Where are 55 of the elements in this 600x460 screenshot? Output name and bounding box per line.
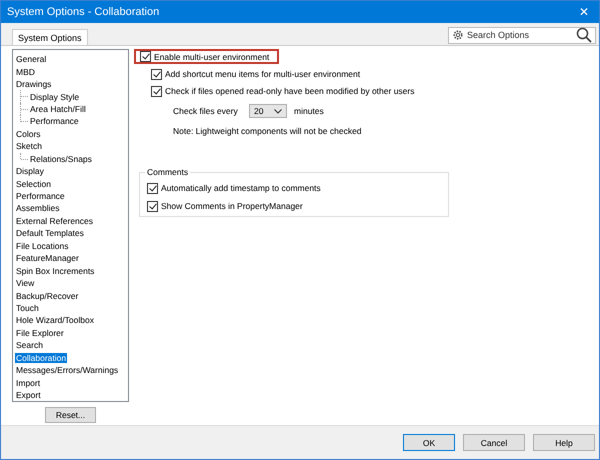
tree-item[interactable]: Performance [29, 116, 80, 126]
checkbox-label[interactable]: Show Comments in PropertyManager [161, 201, 303, 211]
close-button[interactable]: ✕ [569, 1, 599, 23]
tree-item[interactable]: Hole Wizard/Toolbox [15, 315, 95, 326]
note-text: Note: Lightweight components will not be checked [173, 126, 363, 136]
dialog-button[interactable]: Help [533, 434, 595, 451]
checkbox-label[interactable]: Add shortcut menu items for multi-user environment [165, 69, 360, 79]
tree-item[interactable]: Area Hatch/Fill [29, 104, 87, 114]
search-icon [576, 27, 592, 43]
gear-icon [452, 29, 464, 41]
tree-item[interactable]: File Explorer [15, 328, 65, 338]
tree-item[interactable]: Backup/Recover [15, 290, 80, 301]
tree-item[interactable]: Messages/Errors/Warnings [15, 365, 120, 376]
interval-label: Check files every [173, 106, 239, 116]
tree-item[interactable]: Colors [15, 128, 42, 139]
tree-item[interactable]: General [15, 54, 48, 64]
window-title: System Options - Collaboration [7, 6, 160, 18]
dialog-button[interactable]: Cancel [463, 434, 525, 451]
tree-item[interactable]: Selection [15, 178, 52, 189]
tree-item[interactable]: Export [15, 390, 42, 400]
tree-item[interactable]: Import [15, 378, 42, 388]
tree-item[interactable]: Collaboration [15, 352, 68, 363]
search-field[interactable]: Search Options [448, 26, 596, 44]
checkbox-label[interactable]: Check if files opened read-only have been modified by other users [165, 86, 414, 96]
checkbox-label[interactable]: Automatically add timestamp to comments [161, 183, 321, 193]
tree-item[interactable]: External References [15, 216, 94, 226]
unit-label: minutes [294, 106, 324, 116]
checkbox-label[interactable]: Enable multi-user environment [154, 52, 270, 62]
interval-dropdown[interactable]: 20 [249, 104, 287, 118]
tree-item[interactable]: Touch [15, 302, 40, 313]
dialog-button[interactable]: OK [403, 434, 455, 451]
tree-item[interactable]: Spin Box Increments [15, 266, 96, 276]
checkbox[interactable] [151, 86, 162, 96]
tree-item[interactable]: MBD [15, 66, 36, 77]
tab[interactable]: System Options [12, 29, 88, 45]
tree-item[interactable]: Sketch [15, 141, 43, 152]
tree-item[interactable]: View [15, 278, 36, 288]
checkbox[interactable] [151, 68, 162, 80]
tree-item[interactable]: Drawings [15, 79, 52, 90]
tree-item[interactable]: Display [15, 166, 45, 176]
checkbox[interactable] [140, 51, 151, 62]
search-input[interactable]: Search Options [467, 30, 573, 40]
tree-item[interactable]: Relations/Snaps [29, 154, 93, 164]
chevron-icon [274, 108, 282, 114]
tree-item[interactable]: Search [15, 340, 44, 350]
tree-item[interactable]: File Locations [15, 240, 70, 251]
reset-button[interactable]: Reset... [45, 407, 96, 423]
tree-item[interactable]: Default Templates [15, 228, 85, 238]
checkbox[interactable] [147, 182, 158, 194]
tree-item[interactable]: Display Style [29, 92, 80, 102]
checkbox[interactable] [147, 200, 158, 212]
tree-item[interactable]: FeatureManager [15, 253, 80, 264]
tree-item[interactable]: Performance [15, 191, 66, 202]
tree-item[interactable]: Assemblies [15, 203, 60, 214]
group-title: Comments [146, 167, 190, 177]
